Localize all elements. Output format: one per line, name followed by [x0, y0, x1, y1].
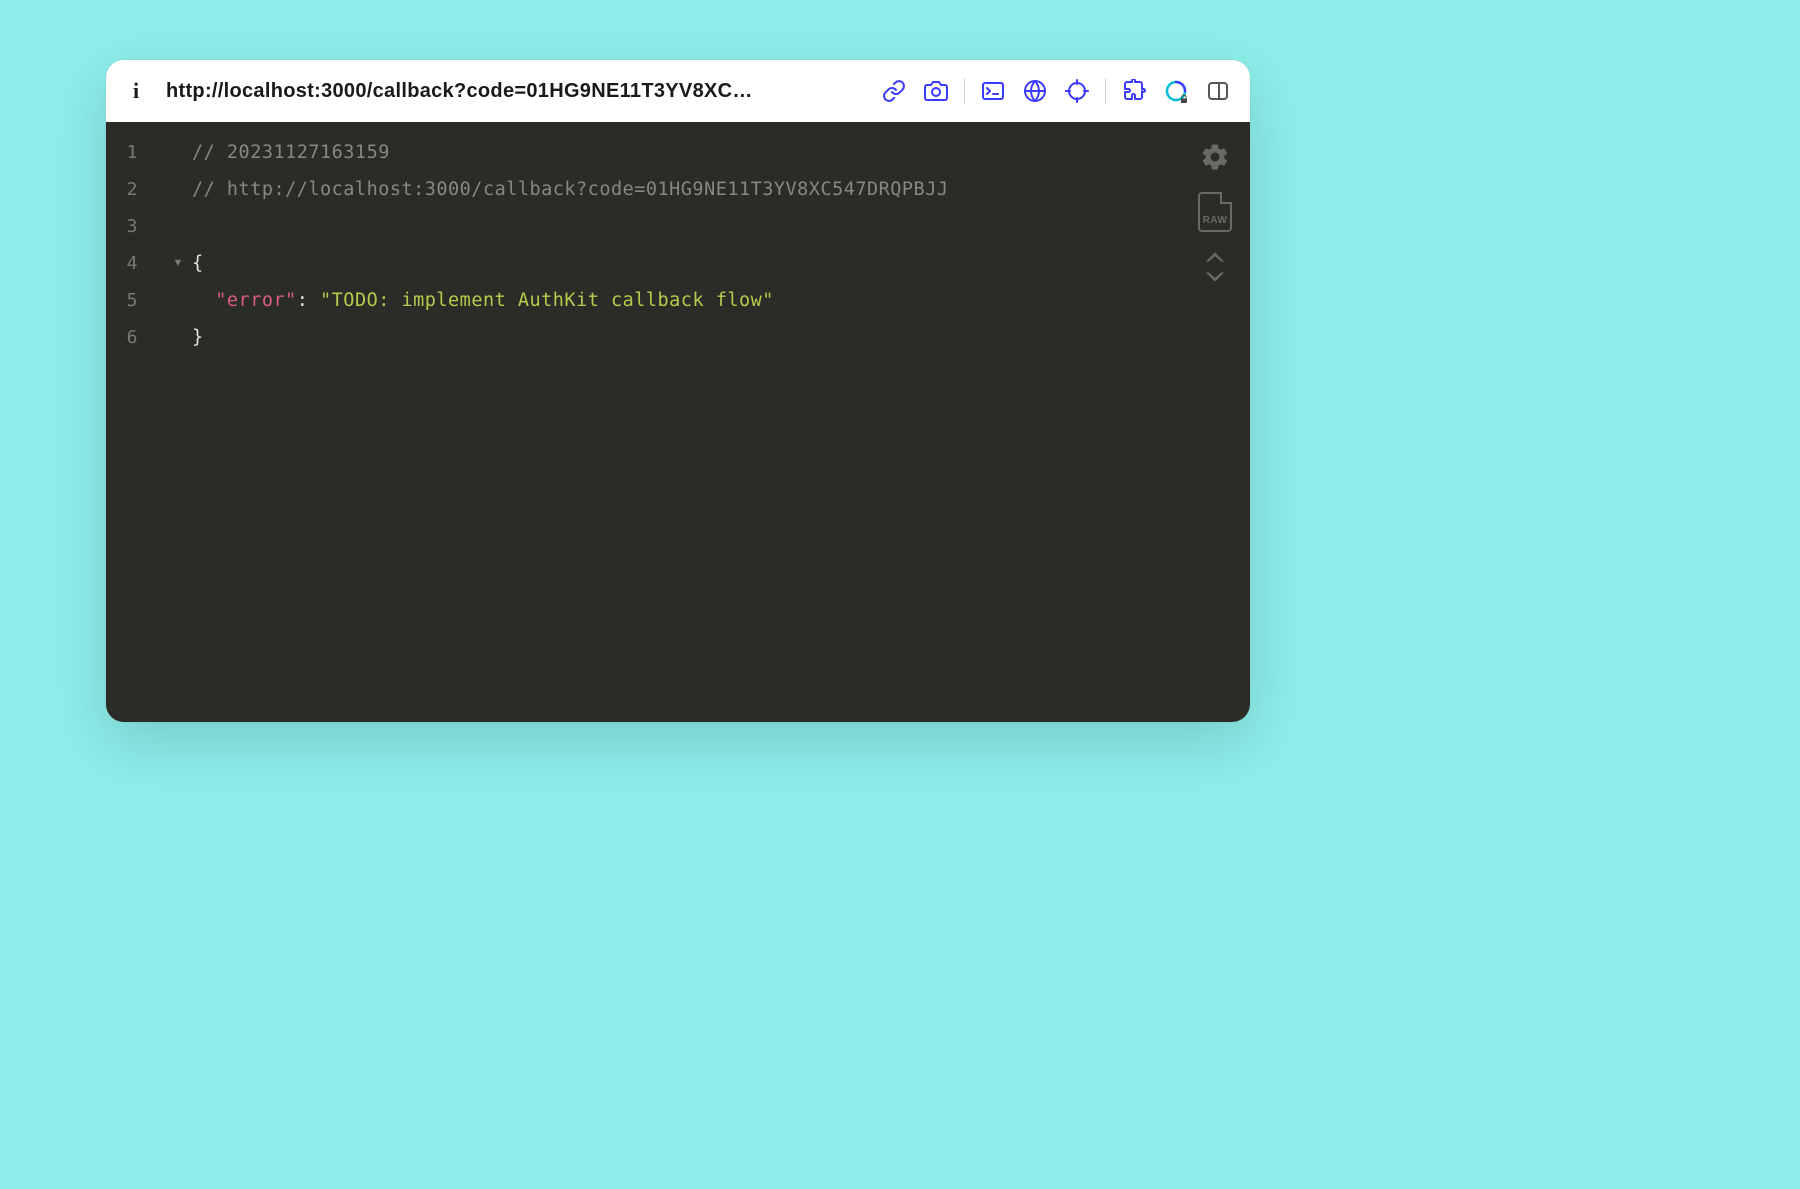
- globe-icon[interactable]: [1021, 77, 1049, 105]
- link-icon[interactable]: [880, 77, 908, 105]
- code-comment: // http://localhost:3000/callback?code=0…: [192, 179, 948, 200]
- url-bar[interactable]: http://localhost:3000/callback?code=01HG…: [158, 80, 870, 103]
- toolbar-divider: [964, 78, 965, 104]
- browser-window: i http://localhost:3000/callback?code=01…: [106, 60, 1250, 722]
- line-number: 2: [106, 171, 164, 208]
- extensions-icon[interactable]: [1120, 77, 1148, 105]
- line-number: 3: [106, 208, 164, 245]
- fold-column: ▼: [164, 122, 192, 722]
- viewer-side-controls: RAW: [1198, 140, 1232, 288]
- terminal-icon[interactable]: [979, 77, 1007, 105]
- camera-icon[interactable]: [922, 77, 950, 105]
- code-brace: {: [192, 253, 204, 274]
- line-number: 4: [106, 245, 164, 282]
- line-number: 6: [106, 319, 164, 356]
- json-colon: :: [297, 290, 320, 311]
- browser-toolbar: i http://localhost:3000/callback?code=01…: [106, 60, 1250, 122]
- site-info-icon[interactable]: i: [124, 79, 148, 103]
- line-number: 1: [106, 134, 164, 171]
- code-viewer: 1 2 3 4 5 6 ▼ // 20231127163159 // http:…: [106, 122, 1250, 722]
- panel-icon[interactable]: [1204, 77, 1232, 105]
- line-gutter: 1 2 3 4 5 6: [106, 122, 164, 722]
- code-comment: // 20231127163159: [192, 142, 390, 163]
- code-brace: }: [192, 327, 204, 348]
- code-content[interactable]: // 20231127163159 // http://localhost:30…: [192, 122, 1250, 722]
- chevron-up-icon[interactable]: [1204, 250, 1226, 268]
- toolbar-icons: [880, 77, 1232, 105]
- json-key: "error": [215, 290, 296, 311]
- raw-view-icon[interactable]: RAW: [1198, 192, 1232, 232]
- line-number: 5: [106, 282, 164, 319]
- nav-arrows: [1204, 250, 1226, 288]
- fold-toggle-icon[interactable]: ▼: [164, 245, 192, 282]
- code-blank-line: [192, 208, 1250, 245]
- settings-gear-icon[interactable]: [1198, 140, 1232, 174]
- json-value: "TODO: implement AuthKit callback flow": [320, 290, 774, 311]
- chevron-down-icon[interactable]: [1204, 270, 1226, 288]
- toolbar-divider: [1105, 78, 1106, 104]
- target-icon[interactable]: [1063, 77, 1091, 105]
- privacy-icon[interactable]: [1162, 77, 1190, 105]
